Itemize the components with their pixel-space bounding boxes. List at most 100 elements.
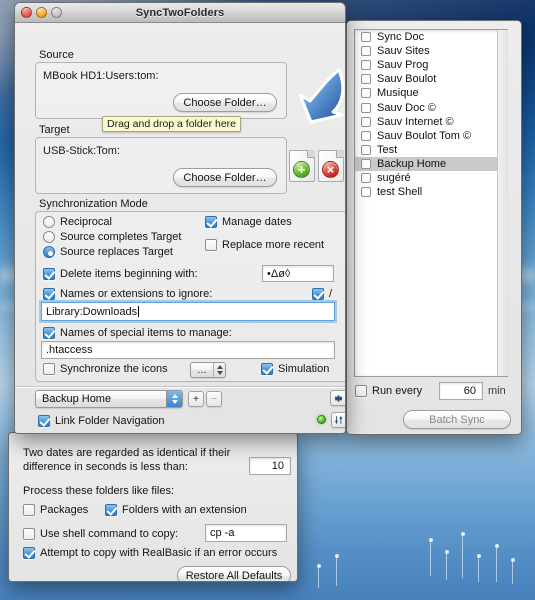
list-item[interactable]: Musique <box>355 86 507 100</box>
add-preset-button[interactable]: + <box>188 391 204 407</box>
sync-icons-checkbox[interactable] <box>43 363 55 375</box>
radio-source-completes-row[interactable]: Source completes Target <box>43 231 181 243</box>
delete-items-row[interactable]: Delete items beginning with: <box>43 268 198 280</box>
ignore-names-checkbox[interactable] <box>43 288 55 300</box>
radio-source-completes-target[interactable] <box>43 231 55 243</box>
run-simulation-button[interactable]: Run Simulation <box>247 433 346 434</box>
shell-command-field[interactable]: cp -a <box>205 524 287 542</box>
list-item[interactable]: Sauv Boulot Tom © <box>355 129 507 143</box>
radio-reciprocal[interactable] <box>43 216 55 228</box>
target-choose-folder-button[interactable]: Choose Folder… <box>173 168 277 187</box>
sliders-button[interactable] <box>331 412 345 428</box>
shell-command-checkbox-row[interactable]: Use shell command to copy: <box>23 528 178 540</box>
desktop-background: Two dates are regarded as identical if t… <box>0 0 535 600</box>
sync-icons-row[interactable]: Synchronize the icons <box>43 363 168 375</box>
link-folder-navigation-row[interactable]: Link Folder Navigation <box>38 415 164 427</box>
list-item-checkbox[interactable] <box>361 187 371 198</box>
window-title: SyncTwoFolders <box>135 6 225 19</box>
manage-dates-checkbox[interactable] <box>205 216 217 228</box>
close-button[interactable] <box>21 7 32 18</box>
main-window[interactable]: SyncTwoFolders Source MBook HD1:Users:to… <box>14 2 346 434</box>
replace-more-recent-row[interactable]: Replace more recent <box>205 239 324 251</box>
list-item-checkbox[interactable] <box>361 116 371 127</box>
delete-items-field[interactable]: •Δø◊ <box>262 265 334 282</box>
list-item[interactable]: Sauv Internet © <box>355 115 507 129</box>
source-choose-folder-button[interactable]: Choose Folder… <box>173 93 277 112</box>
list-item-checkbox[interactable] <box>361 60 371 71</box>
remove-preset-button[interactable]: − <box>206 391 222 407</box>
list-item[interactable]: Sauv Prog <box>355 58 507 72</box>
main-window-titlebar[interactable]: SyncTwoFolders <box>15 3 345 23</box>
drag-arrow-icon <box>298 68 345 124</box>
list-item-checkbox[interactable] <box>361 32 371 43</box>
packages-checkbox[interactable] <box>23 504 35 516</box>
special-items-checkbox[interactable] <box>43 327 55 339</box>
list-item-label: Test <box>377 143 398 156</box>
list-item[interactable]: Sauv Boulot <box>355 72 507 86</box>
ignore-slash-checkbox[interactable] <box>312 288 324 300</box>
radio-source-replaces-label: Source replaces Target <box>60 246 173 258</box>
radio-reciprocal-row[interactable]: Reciprocal <box>43 216 112 228</box>
manage-dates-row[interactable]: Manage dates <box>205 216 292 228</box>
shell-command-checkbox[interactable] <box>23 528 35 540</box>
list-item[interactable]: Sauv Sites <box>355 44 507 58</box>
ignore-slash-row[interactable]: / <box>312 288 332 300</box>
run-every-checkbox[interactable] <box>355 385 367 397</box>
dates-label-line1: Two dates are regarded as identical if t… <box>23 447 231 459</box>
ignore-names-row[interactable]: Names or extensions to ignore: <box>43 288 212 300</box>
sync-icons-label: Synchronize the icons <box>60 363 168 375</box>
preferences-window[interactable]: Two dates are regarded as identical if t… <box>8 432 298 582</box>
run-every-field[interactable]: 60 <box>439 382 483 400</box>
list-item-checkbox[interactable] <box>361 102 371 113</box>
list-item[interactable]: Test <box>355 143 507 157</box>
list-item-checkbox[interactable] <box>361 74 371 85</box>
simulation-checkbox[interactable] <box>261 363 273 375</box>
icon-style-popup[interactable]: … <box>190 362 226 378</box>
list-item[interactable]: test Shell <box>355 185 507 199</box>
list-item-checkbox[interactable] <box>361 158 371 169</box>
list-item-label: sugéré <box>377 171 411 184</box>
add-document-icon[interactable]: + <box>289 150 315 182</box>
list-item-checkbox[interactable] <box>361 172 371 183</box>
wallpaper-reed-2 <box>444 550 449 580</box>
list-item-checkbox[interactable] <box>361 144 371 155</box>
special-items-field[interactable]: .htaccess <box>41 341 335 359</box>
preset-popup[interactable]: Backup Home <box>35 390 183 408</box>
folders-extension-checkbox[interactable] <box>105 504 117 516</box>
delete-items-checkbox[interactable] <box>43 268 55 280</box>
minimize-button[interactable] <box>36 7 47 18</box>
radio-source-replaces-target[interactable] <box>43 246 55 258</box>
list-item-label: Musique <box>377 87 419 100</box>
window-controls[interactable] <box>21 7 62 18</box>
list-item[interactable]: sugéré <box>355 171 507 185</box>
batch-list-scrollbar[interactable] <box>497 30 508 376</box>
restore-defaults-button[interactable]: Restore All Defaults <box>177 566 291 581</box>
link-folder-navigation-label: Link Folder Navigation <box>55 415 165 427</box>
special-items-row[interactable]: Names of special items to manage: <box>43 327 232 339</box>
replace-more-recent-checkbox[interactable] <box>205 239 217 251</box>
gear-button[interactable] <box>330 390 345 406</box>
batch-sync-button[interactable]: Batch Sync <box>403 410 511 429</box>
remove-document-icon[interactable]: × <box>318 150 344 182</box>
list-item-checkbox[interactable] <box>361 46 371 57</box>
list-item-label: Sync Doc <box>377 31 425 44</box>
packages-checkbox-row[interactable]: Packages <box>23 504 88 516</box>
radio-source-replaces-row[interactable]: Source replaces Target <box>43 246 173 258</box>
link-folder-navigation-checkbox[interactable] <box>38 415 50 427</box>
dates-seconds-field[interactable]: 10 <box>249 457 291 475</box>
batch-list-window[interactable]: Sync Doc Sauv Sites Sauv Prog Sauv Boulot Mu… <box>346 20 522 435</box>
zoom-button[interactable] <box>51 7 62 18</box>
list-item[interactable]: Sauv Doc © <box>355 100 507 114</box>
simulation-row[interactable]: Simulation <box>261 363 329 375</box>
realbasic-checkbox[interactable] <box>23 547 35 559</box>
realbasic-checkbox-row[interactable]: Attempt to copy with RealBasic if an err… <box>23 547 277 559</box>
run-every-checkbox-row[interactable]: Run every <box>355 385 422 397</box>
folders-extension-checkbox-row[interactable]: Folders with an extension <box>105 504 247 516</box>
list-item[interactable]: Sync Doc <box>355 30 507 44</box>
popup-arrows-icon <box>213 363 225 377</box>
list-item[interactable]: Backup Home <box>355 156 507 171</box>
batch-list[interactable]: Sync Doc Sauv Sites Sauv Prog Sauv Boulot Mu… <box>354 29 508 377</box>
list-item-checkbox[interactable] <box>361 88 371 99</box>
ignore-names-field[interactable]: Library:Downloads <box>41 302 335 321</box>
list-item-checkbox[interactable] <box>361 130 371 141</box>
